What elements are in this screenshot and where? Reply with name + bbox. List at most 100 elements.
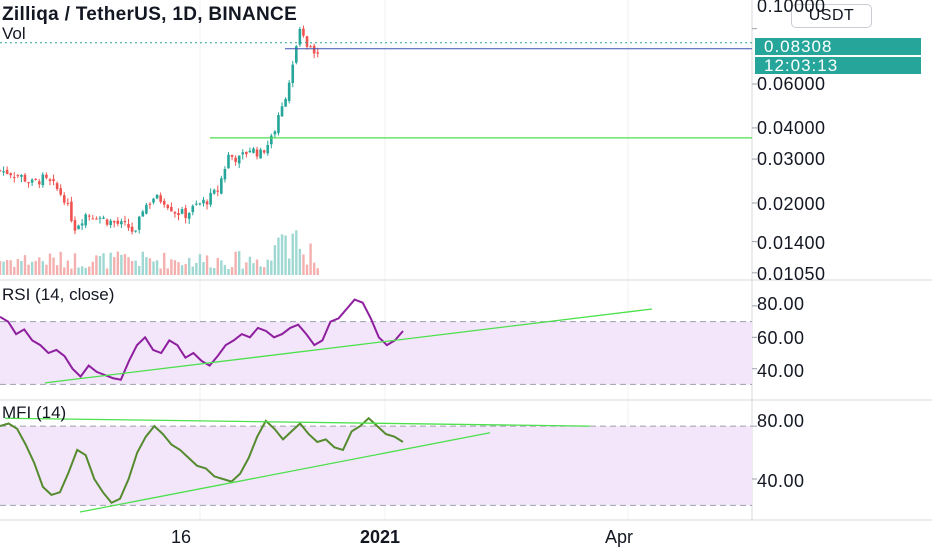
candle-body (170, 206, 173, 212)
candle-body (12, 177, 16, 179)
volume-bar (177, 262, 180, 275)
candle-body (102, 217, 105, 219)
rsi-tick: 80.00 (757, 294, 805, 314)
volume-bar (191, 266, 194, 275)
volume-bar (270, 260, 273, 275)
candle-body (91, 218, 95, 220)
candle-body (280, 106, 284, 117)
candle-body (152, 198, 155, 203)
volume-bar (5, 260, 9, 275)
candle-body (187, 212, 191, 219)
candle-body (0, 170, 2, 172)
volume-bar (138, 265, 141, 275)
rsi-title: RSI (14, close) (2, 285, 115, 304)
volume-bar (166, 268, 169, 275)
last-price-badge: 0.08308 (755, 38, 921, 55)
candle-body (70, 201, 73, 222)
candle-body (80, 223, 84, 226)
price-tick: 0.03000 (757, 149, 826, 169)
volume-bar (234, 251, 237, 275)
volume-bar (59, 251, 62, 275)
volume-bar (63, 267, 66, 275)
chart-root: Zilliqa / TetherUS, 1D, BINANCE Vol RSI … (0, 0, 932, 550)
candle-body (316, 52, 320, 54)
volume-bar (141, 251, 144, 275)
volume-bar (255, 259, 259, 275)
volume-bar (155, 260, 159, 275)
candle-body (230, 154, 234, 157)
x-tick: 2021 (360, 527, 401, 547)
volume-bar (2, 261, 5, 275)
candle-body (98, 217, 102, 219)
candle-body (205, 201, 209, 205)
candle-body (34, 178, 37, 180)
candle-body (245, 151, 248, 155)
candle-body (141, 211, 145, 217)
volume-bar (284, 235, 287, 275)
candle-body (159, 195, 162, 202)
volume-bar (227, 268, 230, 275)
rsi-tick: 40.00 (757, 361, 805, 381)
volume-bar (230, 267, 234, 275)
candle-body (266, 145, 270, 154)
candle-body (305, 36, 309, 47)
volume-bar (209, 267, 212, 275)
candle-body (180, 209, 184, 214)
volume-bar (95, 255, 98, 275)
candle-body (166, 205, 170, 208)
volume-bar (27, 264, 30, 275)
volume-bar (98, 256, 102, 275)
candle-body (9, 173, 13, 176)
candle-body (45, 174, 48, 178)
volume-bar (295, 230, 298, 275)
candle-body (162, 200, 166, 205)
volume-bar (34, 260, 37, 275)
volume-bar (77, 267, 80, 275)
oscillator-band (0, 426, 752, 506)
volume-bar (188, 257, 191, 275)
candle-body (234, 157, 237, 162)
volume-bar (105, 268, 109, 275)
volume-bar (9, 260, 12, 275)
volume-bar (248, 256, 252, 275)
volume-bar (223, 265, 227, 275)
volume-bar (302, 254, 305, 275)
candle-body (48, 179, 52, 181)
candle-body (177, 213, 180, 216)
volume-bar (152, 261, 155, 275)
volume-bar (237, 251, 241, 275)
candle-body (123, 221, 127, 223)
volume-bar (148, 258, 152, 275)
candle-body (302, 28, 305, 36)
volume-bar (316, 268, 319, 275)
mfi-title: MFI (14) (2, 403, 67, 422)
candle-body (148, 203, 152, 205)
x-tick: 16 (171, 527, 192, 547)
candle-body (127, 223, 130, 228)
volume-bar (91, 261, 95, 275)
candle-body (195, 203, 198, 205)
candle-body (273, 131, 277, 135)
volume-bar (73, 253, 77, 275)
volume-bar (23, 255, 27, 275)
candle-body (237, 155, 241, 164)
volume-bar (259, 266, 262, 275)
volume-bar (113, 257, 116, 275)
price-tick: 0.02000 (757, 194, 826, 214)
candle-body (62, 195, 66, 203)
candle-body (259, 149, 262, 159)
candle-body (291, 64, 295, 84)
candle-body (105, 219, 109, 225)
candle-body (223, 168, 227, 180)
volume-bar (287, 258, 291, 275)
volume-bar (184, 264, 187, 275)
candle-body (23, 174, 27, 182)
volume-bar (116, 251, 120, 275)
volume-bar (66, 260, 70, 275)
volume-bar (298, 248, 302, 275)
volume-bar (30, 261, 34, 275)
candle-body (198, 203, 202, 205)
volume-bar (252, 263, 255, 275)
volume-bar (195, 262, 198, 275)
candle-body (130, 226, 134, 232)
